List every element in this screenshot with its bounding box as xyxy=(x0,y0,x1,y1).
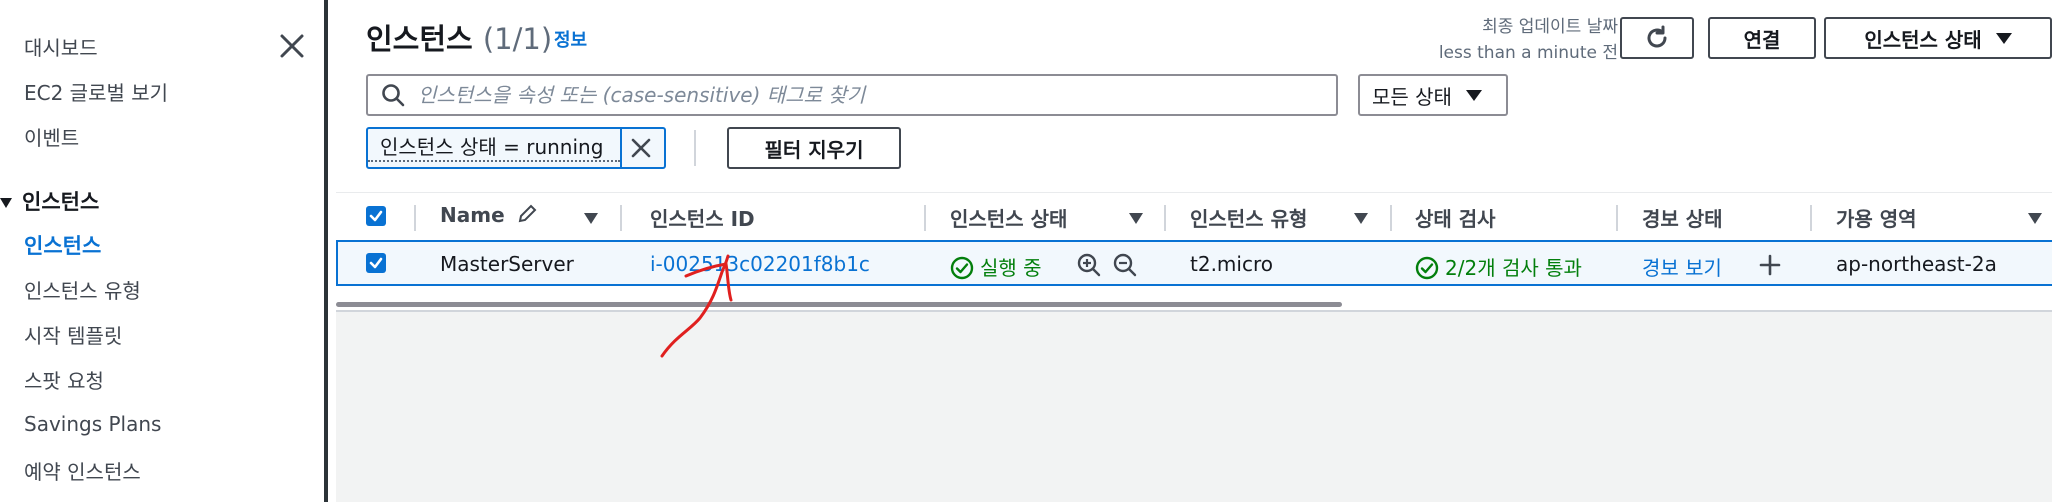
column-separator xyxy=(1164,205,1166,231)
refresh-button[interactable] xyxy=(1620,17,1694,59)
cell-instance-type: t2.micro xyxy=(1190,252,1273,276)
horizontal-scrollbar[interactable] xyxy=(336,302,1342,307)
instance-state-dropdown[interactable]: 인스턴스 상태 xyxy=(1824,17,2052,59)
filter-token-text[interactable]: 인스턴스 상태 = running xyxy=(368,134,620,162)
sort-icon[interactable] xyxy=(1129,213,1143,224)
remove-filter-button[interactable] xyxy=(620,129,660,167)
panel-border xyxy=(336,310,2052,312)
table-row[interactable]: MasterServer i-002513c02201f8b1c 실행 중 t2… xyxy=(336,240,2052,286)
divider xyxy=(694,130,696,166)
sidebar-item-instances[interactable]: 인스턴스 xyxy=(24,230,101,260)
view-alarms-link[interactable]: 경보 보기 xyxy=(1642,252,1722,281)
column-separator xyxy=(924,205,926,231)
page-title: 인스턴스 (1/1) xyxy=(366,16,552,58)
check-icon xyxy=(369,210,383,222)
clear-filters-button[interactable]: 필터 지우기 xyxy=(727,127,901,169)
info-link[interactable]: 정보 xyxy=(554,26,587,52)
instance-state-text: 실행 중 xyxy=(980,256,1042,280)
column-header-instance-type[interactable]: 인스턴스 유형 xyxy=(1190,203,1307,232)
column-header-availability-zone[interactable]: 가용 영역 xyxy=(1836,203,1917,232)
column-header-name-label: Name xyxy=(440,203,505,227)
check-circle-icon xyxy=(950,256,974,280)
cell-instance-id-link[interactable]: i-002513c02201f8b1c xyxy=(650,252,870,276)
column-separator xyxy=(414,205,416,231)
caret-down-icon xyxy=(0,198,12,208)
search-icon xyxy=(382,84,405,107)
column-header-instance-state[interactable]: 인스턴스 상태 xyxy=(950,203,1067,232)
sidebar-item-savings-plans[interactable]: Savings Plans xyxy=(24,412,161,436)
column-header-name[interactable]: Name xyxy=(440,203,538,227)
row-checkbox[interactable] xyxy=(366,253,386,273)
connect-button[interactable]: 연결 xyxy=(1708,17,1816,59)
select-all-checkbox[interactable] xyxy=(366,206,386,226)
column-separator xyxy=(1616,205,1618,231)
state-filter-value: 모든 상태 xyxy=(1372,84,1452,109)
zoom-in-icon[interactable] xyxy=(1076,252,1102,278)
sort-icon[interactable] xyxy=(1354,213,1368,224)
caret-down-icon xyxy=(1995,32,2012,44)
instances-panel: 인스턴스 (1/1) 정보 최종 업데이트 날짜 less than a min… xyxy=(336,0,2052,312)
sidebar-item-events[interactable]: 이벤트 xyxy=(24,122,79,151)
column-separator xyxy=(1810,205,1812,231)
search-bar[interactable] xyxy=(366,74,1338,116)
sidebar-item-ec2-global-view[interactable]: EC2 글로벌 보기 xyxy=(24,77,168,106)
cell-availability-zone: ap-northeast-2a xyxy=(1836,252,1997,276)
column-header-status-check[interactable]: 상태 검사 xyxy=(1415,203,1496,232)
check-circle-icon xyxy=(1415,256,1439,280)
last-updated: 최종 업데이트 날짜 less than a minute 전 xyxy=(1439,14,1618,66)
main-content: 인스턴스 (1/1) 정보 최종 업데이트 날짜 less than a min… xyxy=(336,0,2052,502)
state-filter-select[interactable]: 모든 상태 xyxy=(1358,74,1508,116)
cell-status-check: 2/2개 검사 통과 xyxy=(1415,252,1582,281)
column-header-alarm-status[interactable]: 경보 상태 xyxy=(1642,203,1723,232)
column-header-instance-id[interactable]: 인스턴스 ID xyxy=(650,203,755,232)
search-input[interactable] xyxy=(418,83,1318,107)
last-updated-value: less than a minute 전 xyxy=(1438,43,1618,63)
filter-token[interactable]: 인스턴스 상태 = running xyxy=(366,127,666,169)
caret-down-icon xyxy=(1465,89,1482,101)
check-icon xyxy=(369,257,383,269)
cell-name: MasterServer xyxy=(440,252,574,276)
column-separator xyxy=(1390,205,1392,231)
last-updated-label: 최종 업데이트 날짜 xyxy=(1482,17,1618,37)
cell-instance-state: 실행 중 xyxy=(950,252,1042,281)
page-title-text: 인스턴스 xyxy=(366,22,473,56)
sidebar-section-instances[interactable]: 인스턴스 xyxy=(0,186,99,216)
sidebar-item-reserved-instances[interactable]: 예약 인스턴스 xyxy=(24,456,141,485)
close-icon xyxy=(631,138,651,158)
sort-icon[interactable] xyxy=(2028,213,2042,224)
sidebar-item-instance-types[interactable]: 인스턴스 유형 xyxy=(24,275,141,304)
refresh-icon xyxy=(1647,25,1667,48)
sidebar-section-label: 인스턴스 xyxy=(22,190,100,214)
sidebar-item-dashboard[interactable]: 대시보드 xyxy=(24,32,98,61)
table-header: Name 인스턴스 ID 인스턴스 상태 인스턴스 유형 상태 검사 경보 상태… xyxy=(336,192,2052,240)
pencil-icon xyxy=(518,204,537,223)
sidebar-item-spot-requests[interactable]: 스팟 요청 xyxy=(24,365,104,394)
selection-count: (1/1) xyxy=(482,22,553,56)
sidebar: 대시보드 EC2 글로벌 보기 이벤트 인스턴스 인스턴스 인스턴스 유형 시작… xyxy=(0,0,328,502)
close-icon[interactable] xyxy=(278,32,306,60)
sort-icon[interactable] xyxy=(584,213,598,224)
plus-icon[interactable] xyxy=(1758,253,1782,277)
sidebar-item-launch-templates[interactable]: 시작 템플릿 xyxy=(24,320,122,349)
zoom-out-icon[interactable] xyxy=(1112,252,1138,278)
status-check-text: 2/2개 검사 통과 xyxy=(1445,256,1582,280)
instance-state-label: 인스턴스 상태 xyxy=(1864,27,1982,52)
column-separator xyxy=(620,205,622,231)
